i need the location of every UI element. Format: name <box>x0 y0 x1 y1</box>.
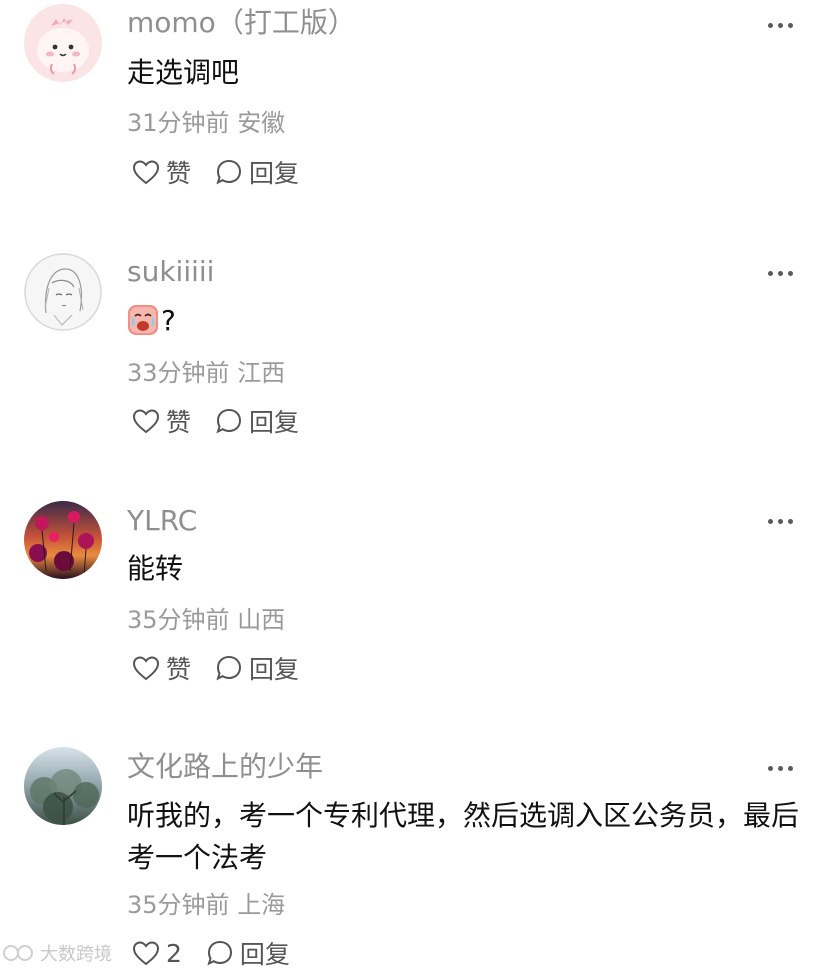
comment-text: ? <box>127 300 807 342</box>
comment-bubble-icon <box>216 655 242 681</box>
comment-text-suffix: ? <box>161 304 176 337</box>
crying-face-emoji <box>128 305 158 335</box>
comment-actions: 赞 回复 <box>132 156 323 188</box>
username[interactable]: 文化路上的少年 <box>127 753 323 781</box>
user-avatar[interactable] <box>24 501 102 579</box>
reply-button[interactable]: 回复 <box>215 154 299 190</box>
comment-meta: 33分钟前 江西 <box>127 361 285 385</box>
comment-bubble-icon <box>216 408 242 434</box>
reply-button[interactable]: 回复 <box>215 403 299 439</box>
watermark: 大数跨境 <box>2 940 112 966</box>
user-avatar[interactable] <box>24 4 102 82</box>
like-button[interactable]: 赞 <box>132 403 191 439</box>
heart-icon <box>132 656 160 681</box>
like-button[interactable]: 2 <box>132 939 182 968</box>
comment-bubble-icon <box>207 940 232 966</box>
comment-time: 35分钟前 <box>127 606 230 634</box>
reply-button[interactable]: 回复 <box>215 650 299 686</box>
watermark-logo-icon <box>3 945 33 961</box>
username[interactable]: momo（打工版） <box>127 9 356 37</box>
comment-text: 能转 <box>127 552 184 585</box>
reply-button[interactable]: 回复 <box>206 935 290 971</box>
comment-actions: 2 回复 <box>132 937 314 969</box>
username[interactable]: sukiiiii <box>127 258 214 286</box>
more-options-icon[interactable] <box>768 20 802 30</box>
comment-time: 31分钟前 <box>127 109 230 137</box>
comment-time: 33分钟前 <box>127 359 230 387</box>
reply-label: 回复 <box>239 940 290 969</box>
reply-label: 回复 <box>249 655 300 684</box>
like-button[interactable]: 赞 <box>132 154 191 190</box>
more-options-icon[interactable] <box>768 516 802 526</box>
comment-location: 安徽 <box>237 109 286 137</box>
comment-meta: 35分钟前 山西 <box>127 608 285 632</box>
like-label: 赞 <box>166 655 192 684</box>
comment-text: 听我的，考一个专利代理，然后选调入区公务员，最后考一个法考 <box>127 799 800 874</box>
like-button[interactable]: 赞 <box>132 650 191 686</box>
comment-location: 上海 <box>237 891 286 919</box>
user-avatar[interactable] <box>24 253 102 331</box>
reply-label: 回复 <box>249 408 300 437</box>
more-options-icon[interactable] <box>768 763 802 773</box>
comment-location: 山西 <box>237 606 286 634</box>
heart-icon <box>132 409 160 434</box>
more-options-icon[interactable] <box>768 268 802 278</box>
like-count: 2 <box>166 938 182 968</box>
reply-label: 回复 <box>249 159 300 188</box>
heart-icon <box>132 941 160 966</box>
comment-text: 走选调吧 <box>127 56 240 89</box>
comment-location: 江西 <box>237 359 286 387</box>
like-label: 赞 <box>166 159 192 188</box>
username[interactable]: YLRC <box>127 507 197 535</box>
comment-time: 35分钟前 <box>127 891 230 919</box>
watermark-text: 大数跨境 <box>40 944 112 965</box>
comment-actions: 赞 回复 <box>132 405 323 437</box>
user-avatar[interactable] <box>24 747 102 825</box>
like-label: 赞 <box>166 408 192 437</box>
comment-actions: 赞 回复 <box>132 652 323 684</box>
comment-meta: 31分钟前 安徽 <box>127 111 285 135</box>
comment-meta: 35分钟前 上海 <box>127 893 285 917</box>
comment-bubble-icon <box>216 159 242 185</box>
heart-icon <box>132 160 160 185</box>
